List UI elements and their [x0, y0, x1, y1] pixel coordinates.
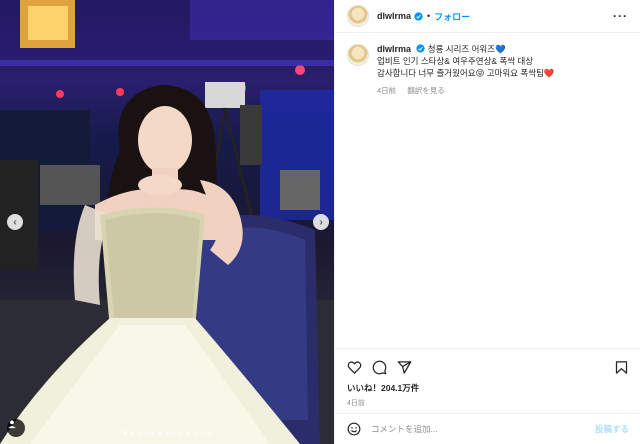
- carousel-dot: [158, 431, 162, 435]
- carousel-next-button[interactable]: ›: [313, 214, 329, 230]
- emoji-icon[interactable]: [347, 422, 361, 436]
- verified-badge-icon: [416, 44, 426, 53]
- photo-illustration: [0, 0, 334, 444]
- carousel-dot: [151, 431, 155, 435]
- carousel-dot: [200, 431, 204, 435]
- bookmark-icon[interactable]: [614, 360, 629, 375]
- caption-line-3: 감사합니다 너무 즐거웠어요😝 고마워요 폭싹팀❤️: [377, 68, 555, 78]
- share-icon[interactable]: [397, 360, 412, 375]
- post-caption: dlwlrma 청룡 시리즈 어워즈💙 업비트 인기 스타상& 여우주연상& 폭…: [335, 33, 640, 97]
- username-link[interactable]: dlwlrma: [377, 11, 411, 21]
- carousel-dot: [165, 431, 169, 435]
- carousel-dot: [193, 431, 197, 435]
- follow-button[interactable]: フォロー: [434, 10, 470, 23]
- caption-line-2: 업비트 인기 스타상& 여우주연상& 폭싹 대상: [377, 56, 534, 66]
- post-comment-button[interactable]: 投稿する: [595, 423, 629, 435]
- caption-username[interactable]: dlwlrma: [377, 44, 411, 54]
- avatar[interactable]: [347, 5, 369, 27]
- carousel-dot: [172, 431, 176, 435]
- verified-badge-icon: [414, 11, 423, 21]
- carousel-dot: [137, 431, 141, 435]
- post-detail-panel: dlwlrma • フォロー ··· dlwlrma 청룡 시리즈 어워즈💙 업…: [334, 0, 640, 444]
- carousel-dot: [130, 431, 134, 435]
- carousel-dot: [186, 431, 190, 435]
- likes-count[interactable]: いいね！204.1万件: [347, 382, 629, 394]
- carousel-dot: [179, 431, 183, 435]
- chevron-left-icon: ‹: [13, 216, 17, 228]
- carousel-dot: [207, 431, 211, 435]
- carousel-indicator: [0, 431, 334, 435]
- carousel-dot: [123, 431, 127, 435]
- more-options-button[interactable]: ···: [613, 9, 628, 23]
- post-actions: いいね！204.1万件 4日前: [335, 348, 640, 408]
- comment-bar: 投稿する: [335, 413, 640, 444]
- chevron-right-icon: ›: [319, 216, 323, 228]
- caption-timestamp: 4日前: [377, 86, 397, 95]
- user-icon: [8, 420, 16, 429]
- post-photo[interactable]: ‹ ›: [0, 0, 334, 444]
- caption-avatar[interactable]: [347, 44, 369, 66]
- carousel-prev-button[interactable]: ‹: [7, 214, 23, 230]
- comment-input[interactable]: [371, 424, 595, 434]
- post-date: 4日前: [347, 400, 365, 407]
- see-translation-link[interactable]: 翻訳を見る: [407, 86, 445, 95]
- heart-icon[interactable]: [347, 360, 362, 375]
- caption-line-1: 청룡 시리즈 어워즈💙: [427, 44, 506, 54]
- carousel-dot: [144, 431, 148, 435]
- separator-dot: •: [427, 11, 431, 21]
- comment-icon[interactable]: [372, 360, 387, 375]
- post-header: dlwlrma • フォロー ···: [335, 0, 640, 33]
